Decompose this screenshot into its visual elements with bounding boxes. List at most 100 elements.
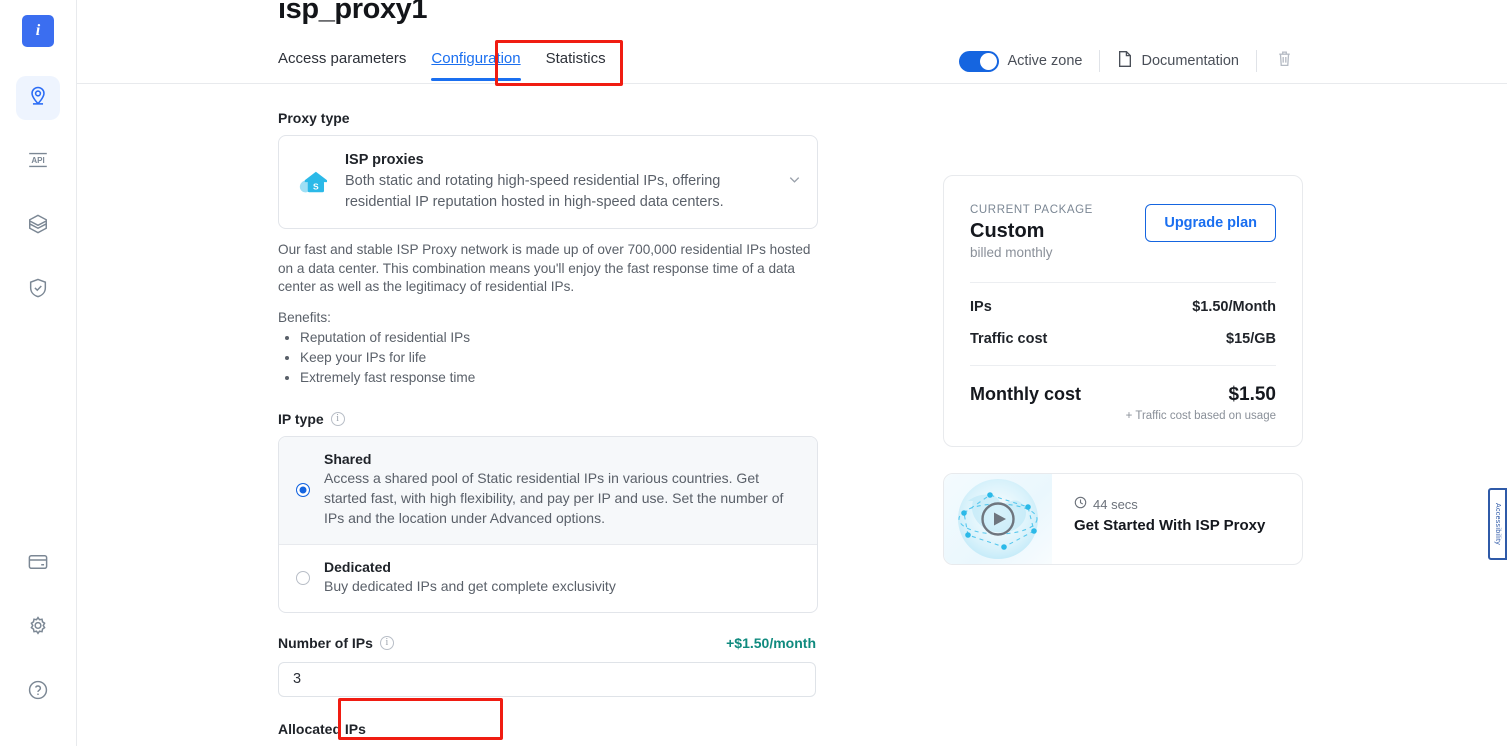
chevron-down-icon[interactable]: [787, 172, 802, 192]
sidebar-item-help[interactable]: [16, 670, 60, 714]
number-of-ips-label-text: Number of IPs: [278, 634, 373, 651]
monthly-cost-line: Monthly cost $1.50: [970, 366, 1276, 406]
video-meta: 44 secs Get Started With ISP Proxy: [1052, 474, 1302, 564]
gear-icon: [27, 615, 49, 642]
proxy-type-label-text: Proxy type: [278, 110, 350, 126]
sidebar-item-proxy-zones[interactable]: [16, 76, 60, 120]
price-line-traffic: Traffic cost $15/GB: [970, 315, 1276, 347]
allocated-ips-label-text: Allocated IPs: [278, 720, 366, 737]
benefits-label: Benefits:: [278, 309, 331, 325]
documentation-label: Documentation: [1141, 53, 1239, 69]
isp-proxies-icon: S: [297, 165, 331, 199]
video-duration: 44 secs: [1074, 496, 1302, 512]
monthly-cost-label: Monthly cost: [970, 384, 1081, 404]
upgrade-plan-button[interactable]: Upgrade plan: [1145, 204, 1276, 242]
active-zone-label: Active zone: [1007, 53, 1083, 69]
api-icon: API: [26, 149, 50, 176]
document-icon: [1117, 50, 1133, 72]
price-line-key: IPs: [970, 299, 992, 315]
clock-icon: [1074, 496, 1087, 512]
video-title: Get Started With ISP Proxy: [1074, 517, 1266, 534]
number-of-ips-header: Number of IPs i +$1.50/month: [278, 635, 816, 651]
shared-title: Shared: [324, 451, 372, 468]
globe-illustration: [958, 479, 1038, 559]
price-line-key: Traffic cost: [970, 331, 1048, 347]
proxy-description-paragraph: Our fast and stable ISP Proxy network is…: [278, 242, 811, 294]
app-root: i API isp_proxy1 Access parameters Confi…: [0, 0, 1507, 746]
brand-logo[interactable]: i: [22, 15, 54, 47]
location-pin-icon: [27, 85, 49, 112]
proxy-type-label: Proxy type: [278, 110, 818, 126]
list-item: Extremely fast response time: [300, 369, 816, 387]
tab-configuration[interactable]: Configuration: [431, 50, 521, 81]
price-line-value: $15/GB: [1226, 331, 1276, 347]
main-content: isp_proxy1 Access parameters Configurati…: [77, 0, 1507, 746]
benefits-list: Reputation of residential IPs Keep your …: [300, 329, 816, 387]
ip-type-label: IP type i: [278, 411, 818, 427]
allocated-ips-label: Allocated IPs: [278, 721, 818, 737]
dedicated-title: Dedicated: [324, 558, 391, 575]
shared-desc: Access a shared pool of Static residenti…: [324, 470, 784, 526]
tab-statistics[interactable]: Statistics: [546, 50, 606, 80]
dedicated-body: Dedicated Buy dedicated IPs and get comp…: [324, 559, 801, 597]
sidebar-item-billing[interactable]: [16, 542, 60, 586]
list-item: Keep your IPs for life: [300, 349, 816, 367]
trash-icon: [1277, 50, 1292, 72]
tabs: Access parameters Configuration Statisti…: [278, 50, 606, 81]
package-name: Custom: [970, 220, 1045, 242]
dedicated-desc: Buy dedicated IPs and get complete exclu…: [324, 577, 616, 594]
number-of-ips-label: Number of IPs i: [278, 635, 394, 651]
package-billing-cycle: billed monthly: [970, 245, 1053, 260]
info-icon[interactable]: i: [330, 412, 345, 427]
sidebar-item-settings[interactable]: [16, 606, 60, 650]
ips-price-badge: +$1.50/month: [726, 634, 816, 651]
toggle-knob: [979, 52, 997, 70]
monthly-cost-value: $1.50: [1228, 384, 1276, 405]
proxy-type-select[interactable]: S ISP proxies Both static and rotating h…: [278, 135, 818, 230]
video-card[interactable]: 44 secs Get Started With ISP Proxy: [943, 473, 1303, 565]
radio-shared[interactable]: [296, 482, 310, 497]
radio-dedicated[interactable]: [296, 570, 310, 585]
package-info: CURRENT PACKAGE Custom billed monthly: [970, 204, 1093, 260]
proxy-type-body: ISP proxies Both static and rotating hig…: [345, 152, 769, 212]
monthly-cost-note: + Traffic cost based on usage: [1125, 410, 1276, 422]
sidebar-item-security[interactable]: [16, 268, 60, 312]
active-zone-toggle-group[interactable]: Active zone: [958, 50, 1100, 72]
left-sidebar: i API: [0, 0, 77, 746]
price-line-ips: IPs $1.50/Month: [970, 283, 1276, 315]
shield-check-icon: [27, 277, 49, 304]
layers-box-icon: [27, 213, 49, 240]
svg-text:S: S: [313, 182, 319, 192]
page-title: isp_proxy1: [278, 0, 428, 25]
accessibility-tab-label: Accessibility: [1494, 502, 1501, 546]
configuration-form: Proxy type S ISP proxies Both static and…: [278, 110, 818, 746]
ip-type-option-dedicated[interactable]: Dedicated Buy dedicated IPs and get comp…: [279, 545, 817, 612]
video-duration-label: 44 secs: [1093, 496, 1138, 512]
tab-access-parameters[interactable]: Access parameters: [278, 50, 406, 80]
ip-type-option-shared[interactable]: Shared Access a shared pool of Static re…: [279, 437, 817, 545]
sidebar-item-datasets[interactable]: [16, 204, 60, 248]
accessibility-tab[interactable]: Accessibility: [1488, 488, 1507, 560]
documentation-link[interactable]: Documentation: [1100, 50, 1256, 72]
proxy-type-description: Our fast and stable ISP Proxy network is…: [278, 241, 816, 387]
current-package-card: CURRENT PACKAGE Custom billed monthly Up…: [943, 175, 1303, 447]
credit-card-icon: [27, 551, 49, 578]
header-actions: Active zone Documentation: [958, 50, 1311, 72]
number-of-ips-input[interactable]: [278, 661, 816, 697]
package-header: CURRENT PACKAGE Custom billed monthly Up…: [970, 204, 1276, 260]
list-item: Reputation of residential IPs: [300, 329, 816, 347]
svg-text:API: API: [31, 156, 44, 165]
active-zone-toggle[interactable]: [958, 50, 999, 72]
package-eyebrow: CURRENT PACKAGE: [970, 204, 1093, 216]
question-circle-icon: [27, 679, 49, 706]
proxy-type-option-title: ISP proxies: [345, 152, 424, 168]
info-icon[interactable]: i: [379, 635, 394, 650]
shared-body: Shared Access a shared pool of Static re…: [324, 451, 801, 529]
delete-zone-button[interactable]: [1257, 50, 1310, 72]
sidebar-item-api[interactable]: API: [16, 140, 60, 184]
ip-type-label-text: IP type: [278, 411, 324, 428]
tab-bar: Access parameters Configuration Statisti…: [77, 44, 1507, 84]
ip-type-options: Shared Access a shared pool of Static re…: [278, 436, 818, 613]
price-line-value: $1.50/Month: [1192, 299, 1276, 315]
video-thumbnail: [944, 474, 1052, 564]
